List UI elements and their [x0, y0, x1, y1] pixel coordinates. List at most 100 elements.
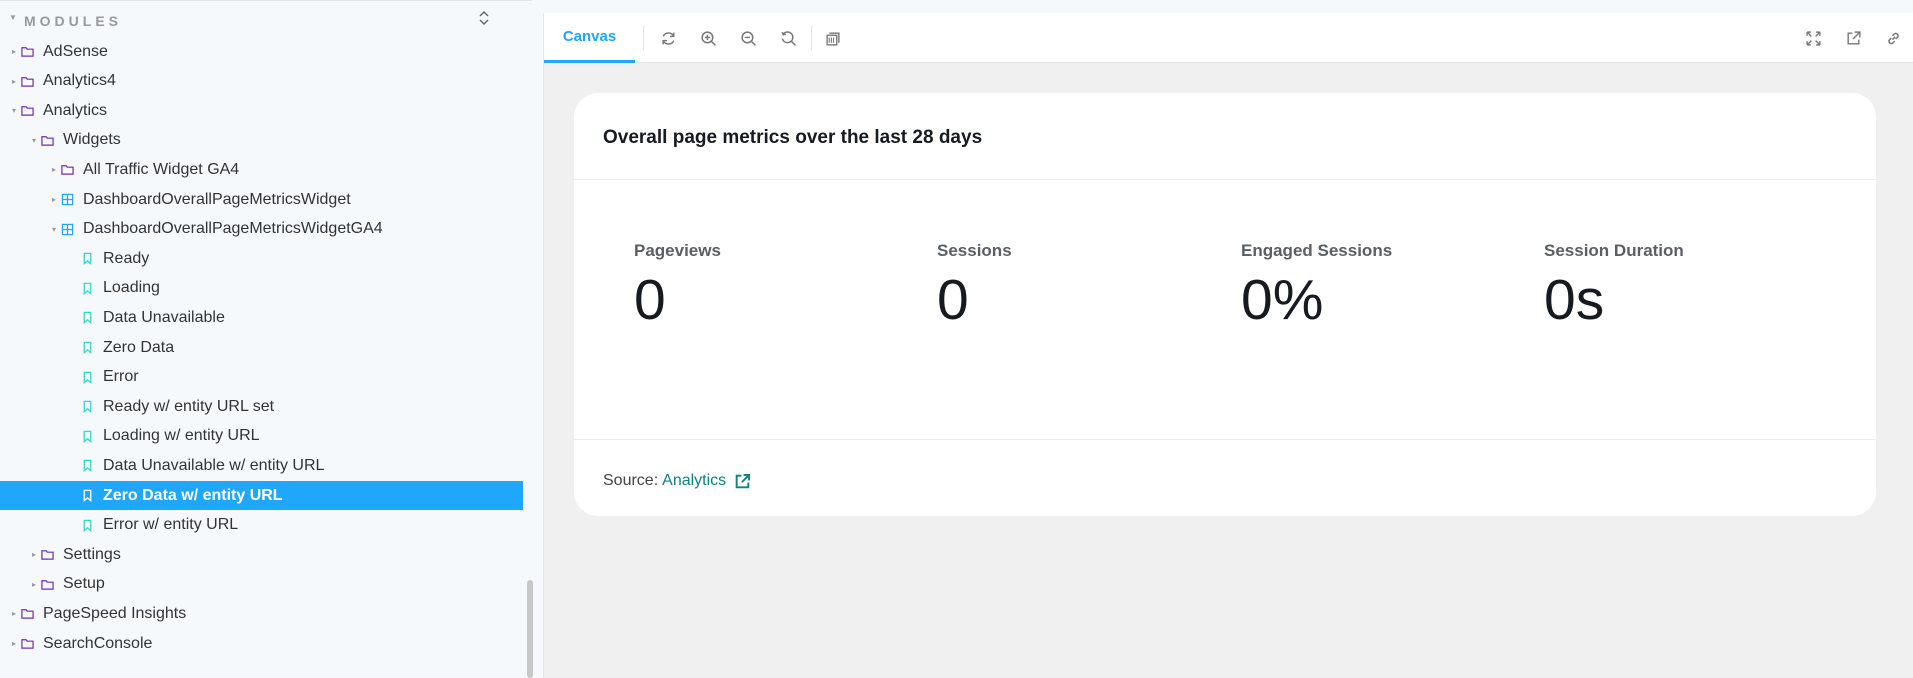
source-footer: Source: Analytics: [603, 472, 751, 490]
tree-item[interactable]: ▸ AdSense: [0, 37, 523, 66]
bookmark-icon: [79, 310, 95, 326]
metric-label: Sessions: [937, 241, 1012, 260]
caret-right-icon: ▸: [31, 550, 36, 560]
tree-item[interactable]: ▸ All Traffic Widget GA4: [0, 155, 523, 184]
caret-right-icon: ▸: [11, 76, 16, 86]
folder-icon: [59, 162, 75, 178]
folder-icon: [19, 73, 35, 89]
caret-right-icon: ▸: [51, 195, 56, 204]
metric-value: 0s: [1544, 268, 1605, 332]
bookmark-icon: [79, 399, 95, 415]
component-icon: [59, 221, 75, 237]
copy-link-icon[interactable]: [1881, 26, 1905, 50]
tree-item[interactable]: ▾ Widgets: [0, 126, 523, 155]
tree-item[interactable]: Data Unavailable w/ entity URL: [0, 451, 523, 480]
caret-down-icon: ▾: [31, 135, 36, 145]
modules-section-header[interactable]: ▼ MODULES: [0, 0, 532, 40]
metric-pageviews: Pageviews 0: [634, 241, 914, 333]
metric-value: 0: [937, 268, 969, 332]
tree-item-label: SearchConsole: [43, 634, 153, 652]
tree-item[interactable]: Ready: [0, 244, 523, 273]
tree-item[interactable]: Data Unavailable: [0, 303, 523, 332]
sidebar: ▼ MODULES ▸ AdSense ▸ Analytics4 ▾ Analytics ▾…: [0, 0, 533, 678]
tree-item-label: Zero Data w/ entity URL: [103, 486, 283, 504]
metric-session-duration: Session Duration 0s: [1544, 241, 1824, 333]
toolbar: Canvas: [544, 13, 1913, 63]
section-title: MODULES: [24, 13, 122, 29]
bookmark-icon: [79, 428, 95, 444]
tree-item[interactable]: ▾ Analytics: [0, 96, 523, 125]
tree-item[interactable]: Zero Data w/ entity URL: [0, 481, 523, 510]
caret-down-icon: ▾: [51, 224, 56, 234]
toolbar-divider: [643, 26, 644, 50]
bookmark-icon: [79, 251, 95, 267]
tree-item-label: Zero Data: [103, 338, 175, 356]
bookmark-icon: [79, 488, 95, 504]
collapse-all-icon[interactable]: [477, 9, 495, 29]
zoom-out-icon[interactable]: [736, 26, 760, 50]
tree-item[interactable]: Loading w/ entity URL: [0, 422, 523, 451]
bookmark-icon: [79, 517, 95, 533]
tree-item[interactable]: ▸ DashboardOverallPageMetricsWidget: [0, 185, 523, 214]
tree-item-label: DashboardOverallPageMetricsWidget: [83, 190, 351, 208]
tree-item[interactable]: ▸ Setup: [0, 570, 523, 599]
tree-item[interactable]: Ready w/ entity URL set: [0, 392, 523, 421]
metric-label: Engaged Sessions: [1241, 241, 1393, 260]
background-icon[interactable]: [820, 26, 844, 50]
tree-item-label: Ready: [103, 249, 150, 267]
tree-item-label: Ready w/ entity URL set: [103, 397, 275, 415]
folder-icon: [19, 606, 35, 622]
tree-item-label: Settings: [63, 545, 121, 563]
tree-item-label: Loading: [103, 279, 160, 297]
component-icon: [59, 192, 75, 208]
external-link-icon[interactable]: [734, 473, 751, 490]
tree-item[interactable]: ▸ SearchConsole: [0, 629, 523, 658]
caret-right-icon: ▸: [11, 639, 16, 648]
toolbar-divider: [811, 26, 812, 50]
card-divider: [574, 439, 1876, 440]
tree-item[interactable]: ▸ Settings: [0, 540, 523, 569]
preview-panel: Canvas Overall page metrics over the las…: [543, 13, 1913, 678]
tree-item-label: Loading w/ entity URL: [103, 427, 260, 445]
sidebar-scrollbar[interactable]: [527, 580, 533, 678]
tree-item[interactable]: ▸ Analytics4: [0, 67, 523, 96]
tree-item-label: Widgets: [63, 131, 121, 149]
folder-icon: [39, 547, 55, 563]
bookmark-icon: [79, 340, 95, 356]
tree-item[interactable]: Error: [0, 363, 523, 392]
tab-canvas[interactable]: Canvas: [544, 13, 635, 63]
folder-icon: [39, 132, 55, 148]
tree-item[interactable]: Loading: [0, 274, 523, 303]
remount-icon[interactable]: [656, 26, 680, 50]
caret-down-icon: ▾: [11, 106, 16, 116]
fullscreen-icon[interactable]: [1801, 26, 1825, 50]
caret-right-icon: ▸: [51, 165, 56, 175]
tree-item-label: Error w/ entity URL: [103, 516, 239, 534]
folder-icon: [39, 576, 55, 592]
reset-zoom-icon[interactable]: [776, 26, 800, 50]
source-link[interactable]: Analytics: [662, 472, 726, 490]
source-prefix: Source:: [603, 472, 659, 489]
tree-item[interactable]: ▾ DashboardOverallPageMetricsWidgetGA4: [0, 215, 523, 244]
tree-item-label: Setup: [63, 575, 105, 593]
open-new-tab-icon[interactable]: [1841, 26, 1865, 50]
caret-right-icon: ▸: [11, 609, 16, 619]
tree-item-label: Data Unavailable w/ entity URL: [103, 456, 325, 474]
caret-right-icon: ▸: [31, 579, 36, 589]
tree-item[interactable]: ▸ PageSpeed Insights: [0, 599, 523, 628]
folder-icon: [19, 103, 35, 119]
tree-item[interactable]: Error w/ entity URL: [0, 511, 523, 540]
folder-icon: [19, 636, 35, 652]
metric-value: 0%: [1241, 268, 1324, 332]
tree-item[interactable]: Zero Data: [0, 333, 523, 362]
tree-item-label: Data Unavailable: [103, 308, 225, 326]
metric-engaged-sessions: Engaged Sessions 0%: [1241, 241, 1521, 333]
metric-value: 0: [634, 268, 666, 332]
tree-item-label: Analytics4: [43, 72, 116, 90]
tree-item-label: AdSense: [43, 42, 108, 60]
tree-item-label: Analytics: [43, 101, 108, 119]
tree-item-label: Error: [103, 368, 139, 386]
zoom-in-icon[interactable]: [696, 26, 720, 50]
tree-item-label: DashboardOverallPageMetricsWidgetGA4: [83, 220, 383, 238]
widget-title: Overall page metrics over the last 28 da…: [603, 127, 983, 148]
